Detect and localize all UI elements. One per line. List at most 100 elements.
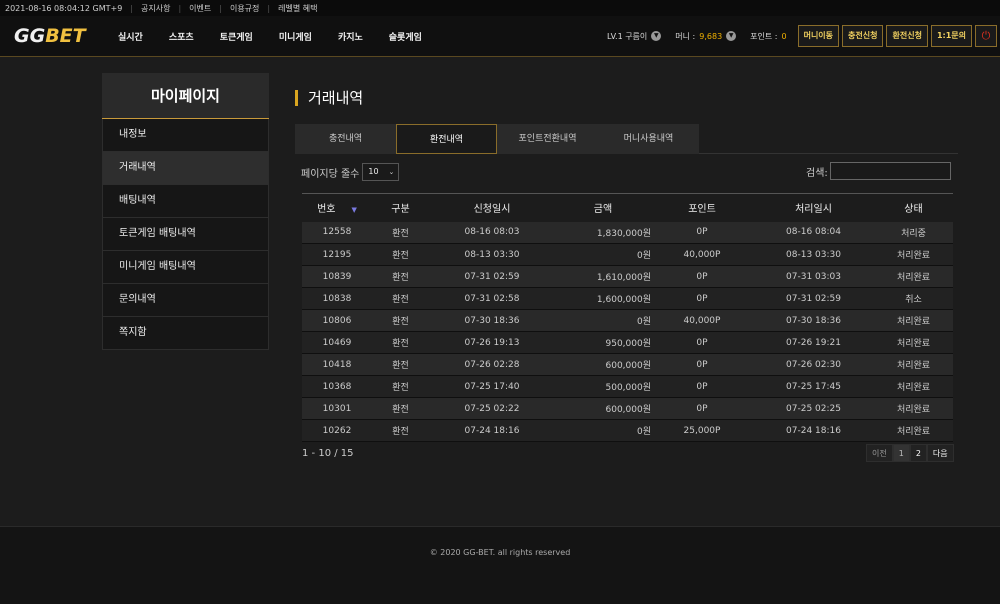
transaction-tabs: 충전내역 환전내역 포인트전환내역 머니사용내역 bbox=[295, 124, 958, 154]
chevron-down-icon: ⌄ bbox=[388, 168, 395, 176]
row-type: 환전 bbox=[392, 273, 409, 283]
top-link-level-benefits[interactable]: 레벨별 혜택 bbox=[278, 3, 317, 14]
tab-point-conversion-history[interactable]: 포인트전환내역 bbox=[497, 124, 598, 154]
tab-withdraw-history[interactable]: 환전내역 bbox=[396, 124, 497, 154]
row-status: 처리완료 bbox=[896, 405, 931, 415]
sidebar-item-messages[interactable]: 쪽지함 bbox=[102, 317, 269, 350]
page-1-button[interactable]: 1 bbox=[892, 444, 910, 462]
row-processed-time: 08-16 08:04 bbox=[786, 227, 841, 238]
row-point: 0P bbox=[696, 381, 708, 392]
sort-desc-icon: ▼ bbox=[351, 206, 357, 215]
page-info: 1 - 10 / 15 bbox=[302, 448, 354, 459]
page-footer: © 2020 GG-BET. all rights reserved bbox=[0, 526, 1000, 604]
chevron-down-icon[interactable]: ▼ bbox=[651, 31, 662, 41]
row-number: 12558 bbox=[322, 227, 352, 238]
table-row: 10839 환전 07-31 02:59 1,610,000원 0P 07-31 03:0… bbox=[302, 265, 953, 288]
row-number: 10301 bbox=[322, 403, 352, 414]
transaction-table: 번호 ▼ 구분 신청일시 금액 포인트 처리일시 상태 12558 환전 08-16 … bbox=[302, 193, 953, 442]
row-number: 10469 bbox=[322, 337, 352, 348]
nav-sports[interactable]: 스포츠 bbox=[169, 30, 194, 43]
logout-power-icon[interactable]: ⏻ bbox=[975, 25, 997, 47]
top-link-notice[interactable]: 공지사항 bbox=[141, 3, 170, 14]
row-amount: 950,000원 bbox=[605, 339, 652, 349]
row-number: 10839 bbox=[322, 271, 352, 282]
table-row: 10262 환전 07-24 18:16 0원 25,000P 07-24 18:16 처리… bbox=[302, 419, 953, 442]
row-point: 0P bbox=[696, 293, 708, 304]
site-logo[interactable]: GGBET bbox=[14, 25, 86, 47]
tab-money-usage-history[interactable]: 머니사용내역 bbox=[598, 124, 699, 154]
row-request-time: 07-26 02:28 bbox=[464, 359, 520, 370]
row-processed-time: 07-25 02:25 bbox=[786, 403, 841, 414]
row-processed-time: 08-13 03:30 bbox=[786, 249, 841, 260]
nav-mini-game[interactable]: 미니게임 bbox=[279, 30, 312, 43]
sidebar-item-inquiries[interactable]: 문의내역 bbox=[102, 284, 269, 317]
support-inquiry-button[interactable]: 1:1문의 bbox=[930, 25, 972, 47]
column-header-point: 포인트 bbox=[651, 193, 753, 222]
row-point: 0P bbox=[696, 271, 708, 282]
nav-slot-game[interactable]: 슬롯게임 bbox=[389, 30, 422, 43]
row-type: 환전 bbox=[392, 228, 409, 239]
row-number: 10806 bbox=[322, 315, 352, 326]
withdraw-request-button[interactable]: 환전신청 bbox=[886, 25, 928, 47]
row-status: 처리완료 bbox=[896, 361, 931, 371]
row-amount: 1,600,000원 bbox=[596, 295, 651, 305]
tab-deposit-history[interactable]: 충전내역 bbox=[295, 124, 396, 154]
sidebar-item-bet-history[interactable]: 배팅내역 bbox=[102, 185, 269, 218]
next-page-button[interactable]: 다음 bbox=[926, 444, 954, 462]
row-processed-time: 07-31 03:03 bbox=[786, 271, 841, 282]
money-label: 머니 : bbox=[675, 31, 696, 41]
table-row: 10368 환전 07-25 17:40 500,000원 0P 07-25 17:45 처… bbox=[302, 375, 953, 398]
transaction-table-body: 12558 환전 08-16 08:03 1,830,000원 0P 08-16 08:0… bbox=[302, 221, 953, 442]
row-request-time: 07-25 02:22 bbox=[464, 403, 520, 414]
page-2-button[interactable]: 2 bbox=[909, 444, 927, 462]
row-request-time: 07-31 02:58 bbox=[464, 293, 520, 304]
row-status: 처리완료 bbox=[896, 273, 931, 283]
rows-per-page-select[interactable]: 10 ⌄ bbox=[362, 163, 400, 181]
mypage-sidebar: 마이페이지 내정보 거래내역 배팅내역 토큰게임 배팅내역 미니게임 배팅내역 … bbox=[102, 73, 269, 350]
row-status: 취소 bbox=[905, 295, 922, 305]
main-header: GGBET 실시간 스포츠 토큰게임 미니게임 카지노 슬롯게임 LV.1 구름… bbox=[0, 16, 1000, 57]
row-status: 처리완료 bbox=[896, 339, 931, 349]
top-link-event[interactable]: 이벤트 bbox=[189, 3, 211, 14]
nav-casino[interactable]: 카지노 bbox=[338, 30, 363, 43]
sidebar-item-transactions[interactable]: 거래내역 bbox=[102, 152, 269, 185]
pagination: 이전 1 2 다음 bbox=[866, 444, 954, 462]
row-type: 환전 bbox=[392, 383, 409, 393]
point-value: 0 bbox=[781, 31, 787, 41]
row-point: 0P bbox=[696, 403, 708, 414]
row-type: 환전 bbox=[392, 361, 409, 371]
deposit-request-button[interactable]: 충전신청 bbox=[842, 25, 884, 47]
row-processed-time: 07-31 02:59 bbox=[786, 293, 841, 304]
money-transfer-button[interactable]: 머니이동 bbox=[797, 25, 840, 47]
row-status: 처리중 bbox=[901, 228, 926, 239]
refresh-money-icon[interactable]: ▼ bbox=[726, 31, 737, 41]
row-point: 40,000P bbox=[683, 249, 721, 260]
row-status: 처리완료 bbox=[896, 317, 931, 327]
column-header-number[interactable]: 번호 ▼ bbox=[302, 193, 372, 222]
nav-live[interactable]: 실시간 bbox=[118, 30, 143, 43]
search-input[interactable] bbox=[829, 162, 951, 180]
row-amount: 500,000원 bbox=[605, 383, 652, 393]
sidebar-item-my-info[interactable]: 내정보 bbox=[102, 119, 269, 152]
sidebar-item-mini-bet-history[interactable]: 미니게임 배팅내역 bbox=[102, 251, 269, 284]
row-processed-time: 07-24 18:16 bbox=[786, 425, 841, 436]
rows-per-page-label: 페이지당 줄수 bbox=[301, 168, 360, 180]
column-header-type: 구분 bbox=[372, 193, 429, 222]
row-type: 환전 bbox=[392, 339, 409, 349]
top-link-rules[interactable]: 이용규정 bbox=[230, 3, 259, 14]
table-row: 10301 환전 07-25 02:22 600,000원 0P 07-25 02:25 처… bbox=[302, 397, 953, 420]
user-level: LV.1 구름이 bbox=[607, 31, 648, 41]
column-header-processed-time: 처리일시 bbox=[753, 193, 874, 222]
sidebar-item-token-bet-history[interactable]: 토큰게임 배팅내역 bbox=[102, 218, 269, 251]
search-label: 검색: bbox=[806, 167, 828, 179]
row-number: 10262 bbox=[322, 425, 352, 436]
row-status: 처리완료 bbox=[896, 383, 931, 393]
row-status: 처리완료 bbox=[896, 427, 931, 437]
table-row: 10469 환전 07-26 19:13 950,000원 0P 07-26 19:21 처… bbox=[302, 331, 953, 354]
prev-page-button[interactable]: 이전 bbox=[866, 444, 893, 462]
top-info-bar: 2021-08-16 08:04:12 GMT+9 | 공지사항 | 이벤트 |… bbox=[0, 0, 1000, 16]
nav-token-game[interactable]: 토큰게임 bbox=[220, 30, 253, 43]
row-request-time: 07-26 19:13 bbox=[464, 337, 520, 348]
row-number: 10418 bbox=[322, 359, 352, 370]
row-request-time: 08-16 08:03 bbox=[464, 227, 520, 238]
